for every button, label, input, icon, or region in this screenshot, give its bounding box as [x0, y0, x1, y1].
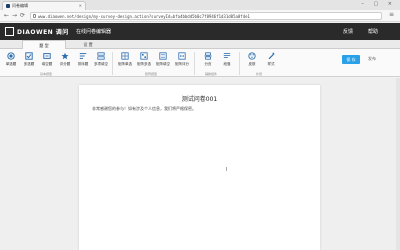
window-controls[interactable]: – ▢ × [361, 1, 396, 7]
browser-tab[interactable]: 问卷编辑 × [2, 1, 86, 10]
tool-rating[interactable]: 评分题 [56, 52, 74, 71]
reload-icon[interactable]: ⟳ [20, 12, 25, 19]
tool-label: 评分题 [59, 62, 71, 66]
tool-page-break[interactable]: 分页 [199, 52, 217, 71]
ribbon-toolbar: 单选题 多选题 填空题 评分题 排序题 多项填空 基本题型 矩阵单选 矩阵多选 … [0, 49, 400, 77]
group-label-helpers: 辅助组件 [205, 72, 218, 76]
tool-matrix-fill[interactable]: 矩阵填空 [154, 52, 172, 71]
matrix-field-icon [159, 52, 167, 60]
group-divider [112, 52, 113, 75]
tool-skin[interactable]: 皮肤 [243, 52, 261, 71]
tool-multi-fill[interactable]: 多项填空 [92, 52, 110, 71]
tool-label: 样式 [267, 62, 275, 66]
brush-icon [268, 52, 275, 60]
tool-label: 多项填空 [94, 62, 108, 66]
back-icon[interactable]: ← [4, 12, 9, 19]
tool-label: 皮肤 [248, 62, 256, 66]
tab-settings[interactable]: 设 置 [66, 40, 110, 49]
tool-matrix-multi[interactable]: 矩阵多选 [135, 52, 153, 71]
logo-text: DIAOWEN 调问 [17, 29, 69, 36]
ribbon-tabs: 题 型 设 置 [0, 40, 400, 49]
paragraph-icon [223, 53, 231, 58]
editor-workspace: 测试问卷001 非常感谢您的参与！如有涉及个人信息，我们将严格保密。 I [0, 78, 400, 250]
tab-question-types[interactable]: 题 型 [22, 40, 66, 49]
save-button[interactable]: 保 存 [342, 55, 360, 64]
tool-label: 矩阵单选 [118, 62, 132, 66]
tool-label: 排序题 [77, 62, 89, 66]
group-divider [194, 52, 195, 75]
tool-fill-blank[interactable]: 填空题 [38, 52, 56, 71]
palette-icon [248, 52, 256, 60]
page-break-icon [204, 52, 212, 60]
group-label-matrix: 矩阵题型 [145, 72, 158, 76]
tool-label: 多选题 [23, 62, 35, 66]
address-bar-row: ← → ⟳ www.diaowen.net/design/my-survey-d… [0, 10, 400, 22]
text-field-icon [43, 53, 51, 59]
publish-link[interactable]: 发布 [368, 56, 376, 62]
url-text: www.diaowen.net/design/my-survey-design.… [38, 14, 250, 19]
tool-style[interactable]: 样式 [262, 52, 280, 71]
tool-ranking[interactable]: 排序题 [74, 52, 92, 71]
tool-label: 填空题 [41, 62, 53, 66]
logo-icon [5, 27, 14, 36]
tool-single-choice[interactable]: 单选题 [2, 52, 20, 71]
editor-title: 在线问卷编辑器 [76, 29, 112, 35]
tool-label: 矩阵评分 [175, 62, 189, 66]
feedback-link[interactable]: 反馈 [343, 28, 353, 35]
matrix-star-icon [178, 52, 186, 60]
matrix-radio-icon [121, 52, 129, 60]
text-cursor-icon: I [226, 167, 228, 173]
tool-label: 单选题 [5, 62, 17, 66]
tool-label: 矩阵填空 [156, 62, 170, 66]
survey-intro[interactable]: 非常感谢您的参与！如有涉及个人信息，我们将严格保密。 [92, 106, 196, 112]
page-info-icon[interactable] [33, 14, 36, 18]
app-header: DIAOWEN 调问 在线问卷编辑器 反馈 帮助 [0, 23, 400, 40]
survey-title[interactable]: 测试问卷001 [79, 94, 320, 103]
tool-multi-choice[interactable]: 多选题 [20, 52, 38, 71]
tool-label: 矩阵多选 [137, 62, 151, 66]
radio-icon [7, 52, 15, 60]
tab-title: 问卷编辑 [12, 3, 28, 8]
checkbox-icon [25, 52, 33, 60]
tool-label: 分页 [204, 62, 212, 66]
browser-menu-icon[interactable]: ≡ [389, 11, 394, 18]
url-input[interactable]: www.diaowen.net/design/my-survey-design.… [30, 12, 382, 20]
tab-close-icon[interactable]: × [79, 3, 82, 8]
group-label-basic: 基本题型 [40, 72, 53, 76]
tool-paragraph[interactable]: 段落 [218, 52, 236, 71]
group-label-appearance: 外观 [256, 72, 263, 76]
star-icon [61, 52, 69, 60]
multi-field-icon [97, 52, 105, 60]
sort-icon [79, 53, 87, 59]
favicon-icon [6, 4, 10, 8]
tool-label: 段落 [223, 62, 231, 66]
forward-icon[interactable]: → [12, 12, 17, 19]
matrix-checkbox-icon [140, 52, 148, 60]
vertical-scrollbar[interactable] [396, 78, 400, 250]
help-link[interactable]: 帮助 [368, 28, 378, 35]
browser-titlebar: 问卷编辑 × – ▢ × [0, 0, 400, 10]
tool-matrix-single[interactable]: 矩阵单选 [116, 52, 134, 71]
tool-matrix-rating[interactable]: 矩阵评分 [173, 52, 191, 71]
group-divider [239, 52, 240, 75]
survey-page[interactable]: 测试问卷001 非常感谢您的参与！如有涉及个人信息，我们将严格保密。 I [79, 85, 320, 250]
